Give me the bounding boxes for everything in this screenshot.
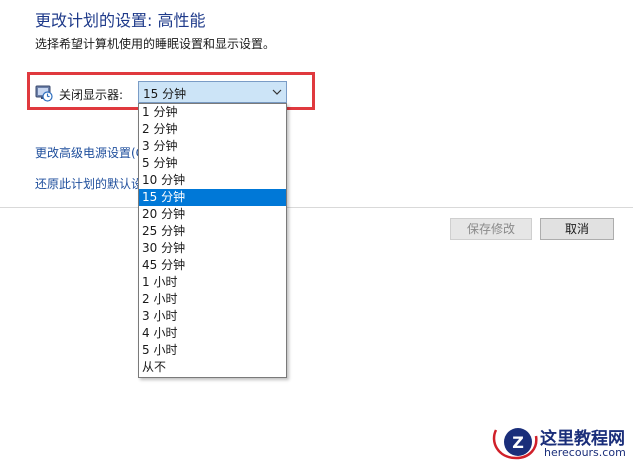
dropdown-option[interactable]: 45 分钟 <box>139 257 286 274</box>
page-subtitle: 选择希望计算机使用的睡眠设置和显示设置。 <box>35 37 276 51</box>
divider <box>0 207 633 208</box>
dropdown-option[interactable]: 1 分钟 <box>139 104 286 121</box>
dropdown-option[interactable]: 10 分钟 <box>139 172 286 189</box>
dropdown-option[interactable]: 5 小时 <box>139 342 286 359</box>
watermark-logo-letter: Z <box>512 433 524 452</box>
dropdown-option[interactable]: 从不 <box>139 359 286 376</box>
dropdown-option[interactable]: 30 分钟 <box>139 240 286 257</box>
dropdown-option[interactable]: 3 小时 <box>139 308 286 325</box>
dropdown-option[interactable]: 1 小时 <box>139 274 286 291</box>
display-off-dropdown-list: 1 分钟 2 分钟 3 分钟 5 分钟 10 分钟 15 分钟 20 分钟 25 分钟 30 分… <box>138 103 287 378</box>
page-title: 更改计划的设置: 高性能 <box>35 11 206 30</box>
dropdown-option[interactable]: 2 小时 <box>139 291 286 308</box>
advanced-settings-link[interactable]: 更改高级电源设置(C) <box>35 144 149 161</box>
watermark-url: herecours.com <box>544 446 626 459</box>
dropdown-option[interactable]: 3 分钟 <box>139 138 286 155</box>
save-button[interactable]: 保存修改 <box>450 218 532 240</box>
dropdown-option[interactable]: 25 分钟 <box>139 223 286 240</box>
dropdown-option[interactable]: 5 分钟 <box>139 155 286 172</box>
dropdown-option[interactable]: 15 分钟 <box>139 189 286 206</box>
dropdown-option[interactable]: 2 分钟 <box>139 121 286 138</box>
cancel-button[interactable]: 取消 <box>540 218 614 240</box>
dropdown-option[interactable]: 4 小时 <box>139 325 286 342</box>
dropdown-option[interactable]: 20 分钟 <box>139 206 286 223</box>
